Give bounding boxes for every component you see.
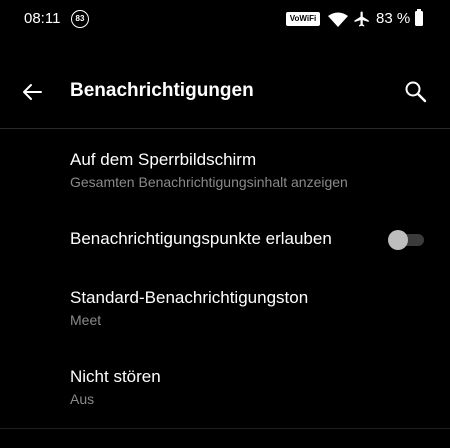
airplane-icon xyxy=(353,10,371,33)
status-time: 08:11 xyxy=(24,10,61,27)
battery-icon xyxy=(415,9,423,26)
back-button[interactable] xyxy=(14,74,50,110)
toolbar: Benachrichtigungen xyxy=(0,60,450,124)
toggle-thumb xyxy=(388,230,408,250)
page-title: Benachrichtigungen xyxy=(70,80,254,101)
status-bar: 08:11 83 VoWiFi 83 % xyxy=(0,0,450,40)
setting-title: Standard-Benachrichtigungston xyxy=(70,288,309,307)
setting-do-not-disturb[interactable]: Nicht stören Aus xyxy=(0,352,450,422)
setting-lock-screen[interactable]: Auf dem Sperrbildschirm Gesamten Benachr… xyxy=(0,138,450,208)
setting-summary: Meet xyxy=(70,312,102,328)
battery-percentage: 83 % xyxy=(376,10,411,27)
setting-title: Auf dem Sperrbildschirm xyxy=(70,150,257,169)
search-icon xyxy=(405,81,427,103)
setting-default-sound[interactable]: Standard-Benachrichtigungston Meet xyxy=(0,272,450,342)
vowifi-icon: VoWiFi xyxy=(286,12,320,26)
setting-title: Nicht stören xyxy=(70,367,161,386)
notification-dots-toggle[interactable] xyxy=(388,230,424,250)
setting-summary: Gesamten Benachrichtigungsinhalt anzeige… xyxy=(70,174,348,190)
notification-settings-screen: 08:11 83 VoWiFi 83 % Benachrichtigungen xyxy=(0,0,450,448)
setting-summary: Aus xyxy=(70,391,95,407)
search-button[interactable] xyxy=(398,74,434,110)
toolbar-divider xyxy=(0,128,450,129)
setting-notification-dots[interactable]: Benachrichtigungspunkte erlauben xyxy=(0,212,450,266)
notification-count-badge: 83 xyxy=(71,10,89,28)
list-divider xyxy=(0,428,450,429)
wifi-icon xyxy=(328,12,348,32)
setting-title: Benachrichtigungspunkte erlauben xyxy=(70,229,332,248)
arrow-left-icon xyxy=(23,84,42,100)
